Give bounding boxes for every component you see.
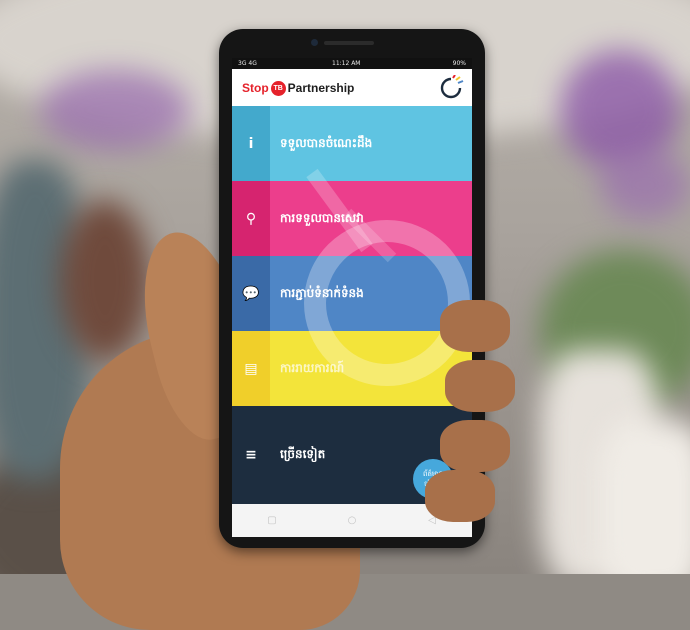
info-icon: i [248, 135, 254, 152]
menu-label: ទទួលបានចំណេះដឹង [280, 135, 373, 150]
status-time: 11:12 AM [332, 60, 361, 67]
menu-label: ការទទួលបានសេវា [280, 210, 364, 225]
logo-stop-text: Stop [242, 81, 269, 95]
menu-item-knowledge[interactable]: i ទទួលបានចំណេះដឹង [232, 106, 472, 181]
recent-apps-icon[interactable]: ▢ [266, 515, 278, 527]
front-camera [311, 39, 318, 46]
phone-screen: 3G 4G 11:12 AM 90% Stop TB Partnership i… [232, 58, 472, 537]
brand-swirl-icon [440, 75, 464, 99]
menu-item-report[interactable]: ▤ ការរាយការណ៍ [232, 331, 472, 406]
flower-decoration [40, 70, 190, 150]
person-blurred [60, 200, 150, 360]
hand-finger [440, 300, 510, 352]
chair [600, 420, 690, 574]
status-bar: 3G 4G 11:12 AM 90% [232, 58, 472, 69]
hand-finger [425, 470, 495, 522]
menu-icon: ≡ [245, 447, 257, 463]
battery-indicator: 90% [452, 60, 466, 67]
menu-label: ច្រើនទៀត [280, 447, 326, 461]
chat-icon: 💬 [242, 285, 260, 302]
speaker-grille [324, 41, 374, 45]
location-icon: ⚲ [245, 210, 257, 227]
logo-partnership-text: Partnership [287, 81, 355, 95]
menu-label: ការភ្ជាប់ទំនាក់ទំនង [280, 285, 364, 300]
hand-finger [440, 420, 510, 472]
menu-item-connect[interactable]: 💬 ការភ្ជាប់ទំនាក់ទំនង [232, 256, 472, 331]
signal-indicator: 3G 4G [238, 60, 257, 67]
flower-decoration [600, 150, 690, 220]
home-icon[interactable]: ○ [346, 515, 358, 527]
stop-tb-partnership-logo: Stop TB Partnership [242, 80, 354, 96]
logo-tb-badge: TB [270, 80, 286, 96]
hand-finger [445, 360, 515, 412]
document-icon: ▤ [244, 360, 258, 377]
app-header: Stop TB Partnership [232, 69, 472, 106]
menu-label: ការរាយការណ៍ [280, 360, 345, 375]
menu-item-services[interactable]: ⚲ ការទទួលបានសេវា [232, 181, 472, 256]
